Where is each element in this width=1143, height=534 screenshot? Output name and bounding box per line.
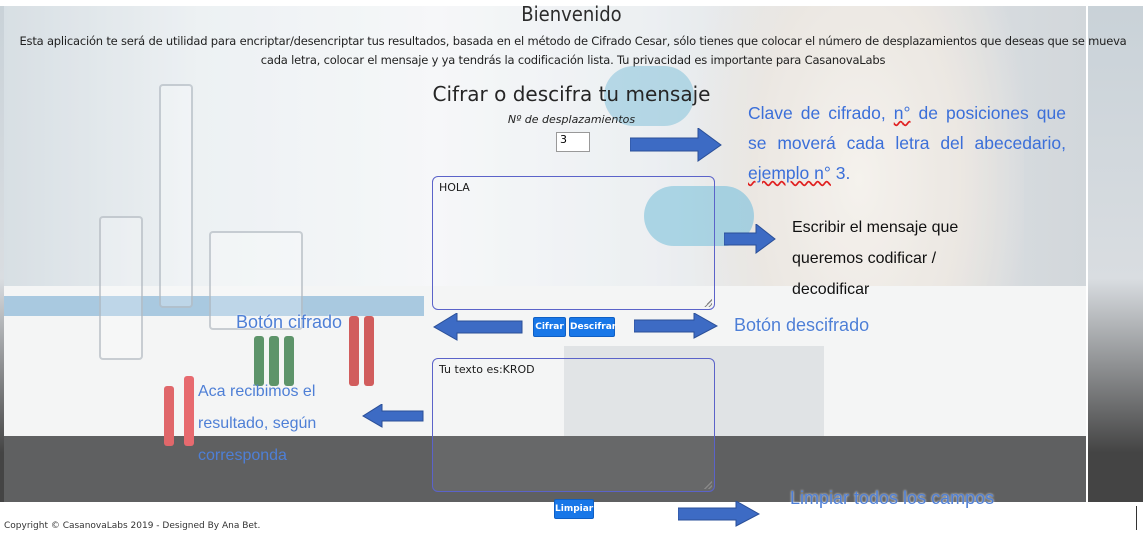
limpiar-button[interactable]: Limpiar [554, 499, 594, 519]
footer-copyright: Copyright © CasanovaLabs 2019 - Designed… [4, 521, 261, 531]
message-input-text: HOLA [439, 181, 470, 194]
shift-input[interactable]: 3 [556, 132, 590, 152]
arrow-left-icon [362, 404, 424, 428]
annotation-clave: Clave de cifrado, n° de posiciones que s… [748, 103, 1066, 183]
result-output-text: Tu texto es:KROD [439, 363, 535, 376]
annotation-boton-cifrado: Botón cifrado [236, 312, 343, 332]
resize-handle-icon[interactable] [704, 299, 712, 307]
annotation-resultado: Aca recibimos el resultado, según corres… [198, 383, 317, 464]
message-input[interactable]: HOLA [432, 176, 715, 310]
resize-handle-icon[interactable] [704, 481, 712, 489]
arrow-right-icon [630, 128, 722, 162]
result-output[interactable]: Tu texto es:KROD [432, 358, 715, 492]
arrow-right-icon [724, 224, 776, 254]
cifrar-button[interactable]: Cifrar [533, 317, 566, 337]
background-sliver-right [1088, 6, 1143, 502]
annotation-limpiar: Limpiar todos los campos [790, 488, 995, 508]
divider [1136, 506, 1137, 530]
arrow-right-icon [678, 501, 760, 527]
arrow-left-icon [433, 313, 523, 341]
page-title: Bienvenido [521, 2, 622, 26]
descifrar-button[interactable]: Descifrar [569, 317, 616, 337]
annotation-boton-descifrado: Botón descifrado [734, 315, 870, 335]
arrow-right-icon [634, 313, 718, 339]
annotation-escribir: Escribir el mensaje que queremos codific… [792, 219, 959, 298]
intro-text: Esta aplicación te será de utilidad para… [19, 34, 1127, 67]
